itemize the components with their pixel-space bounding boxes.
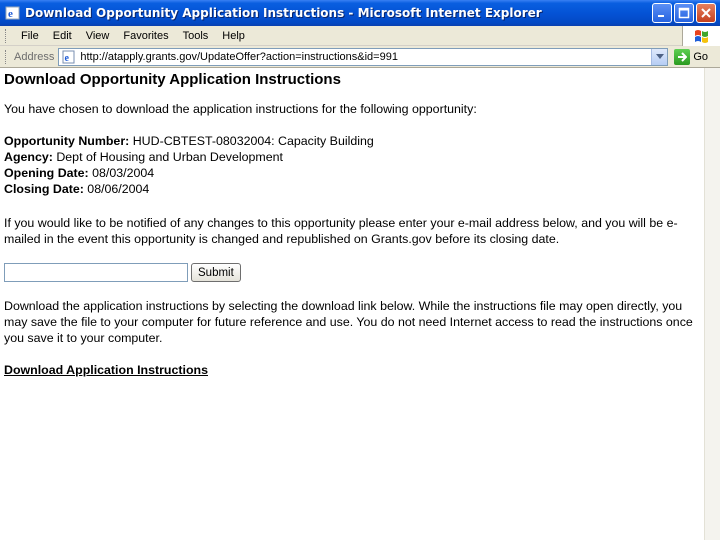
detail-opening-date: Opening Date: 08/03/2004 — [4, 166, 155, 180]
download-instructions-text: Download the application instructions by… — [4, 299, 693, 345]
close-button[interactable] — [696, 3, 716, 23]
menu-view[interactable]: View — [79, 27, 117, 45]
download-application-instructions-link[interactable]: Download Application Instructions — [4, 362, 208, 378]
menu-file[interactable]: File — [14, 27, 46, 45]
vertical-scrollbar[interactable] — [704, 68, 720, 540]
opportunity-details: Opportunity Number: HUD-CBTEST-08032004:… — [4, 133, 704, 197]
close-icon — [701, 8, 711, 18]
maximize-button[interactable] — [674, 3, 694, 23]
notification-text: If you would like to be notified of any … — [4, 216, 678, 246]
address-dropdown-button[interactable] — [651, 48, 668, 65]
address-label: Address — [14, 50, 55, 63]
menu-help[interactable]: Help — [215, 27, 252, 45]
minimize-icon — [658, 15, 664, 17]
page-content: Download Opportunity Application Instruc… — [0, 68, 704, 540]
address-field[interactable]: e — [58, 47, 669, 66]
page-icon: e — [61, 49, 77, 65]
svg-text:e: e — [8, 8, 13, 20]
go-button[interactable]: Go — [674, 48, 709, 65]
toolbar-grip — [5, 49, 8, 64]
menu-tools[interactable]: Tools — [176, 27, 216, 45]
detail-agency: Agency: Dept of Housing and Urban Develo… — [4, 150, 283, 164]
maximize-icon — [678, 7, 690, 19]
address-input[interactable] — [80, 50, 651, 63]
menu-bar: File Edit View Favorites Tools Help — [0, 26, 720, 46]
email-form: Submit — [4, 263, 704, 282]
chevron-down-icon — [655, 53, 664, 59]
minimize-button[interactable] — [652, 3, 672, 23]
address-bar: Address e Go — [0, 46, 720, 68]
svg-text:e: e — [65, 53, 70, 64]
intro-text: You have chosen to download the applicat… — [4, 102, 477, 116]
detail-closing-date: Closing Date: 08/06/2004 — [4, 182, 150, 196]
submit-button[interactable]: Submit — [191, 263, 241, 282]
window-title-bar: e Download Opportunity Application Instr… — [0, 0, 720, 26]
menu-edit[interactable]: Edit — [46, 27, 79, 45]
go-arrow-icon — [674, 48, 691, 65]
go-label: Go — [693, 50, 709, 63]
menu-favorites[interactable]: Favorites — [116, 27, 175, 45]
toolbar-grip — [5, 28, 8, 43]
page-title: Download Opportunity Application Instruc… — [4, 71, 341, 88]
windows-flag-icon — [682, 26, 720, 46]
detail-opportunity-number: Opportunity Number: HUD-CBTEST-08032004:… — [4, 134, 374, 148]
window-title: Download Opportunity Application Instruc… — [25, 6, 542, 20]
email-field[interactable] — [4, 263, 188, 282]
internet-explorer-icon: e — [5, 5, 21, 21]
